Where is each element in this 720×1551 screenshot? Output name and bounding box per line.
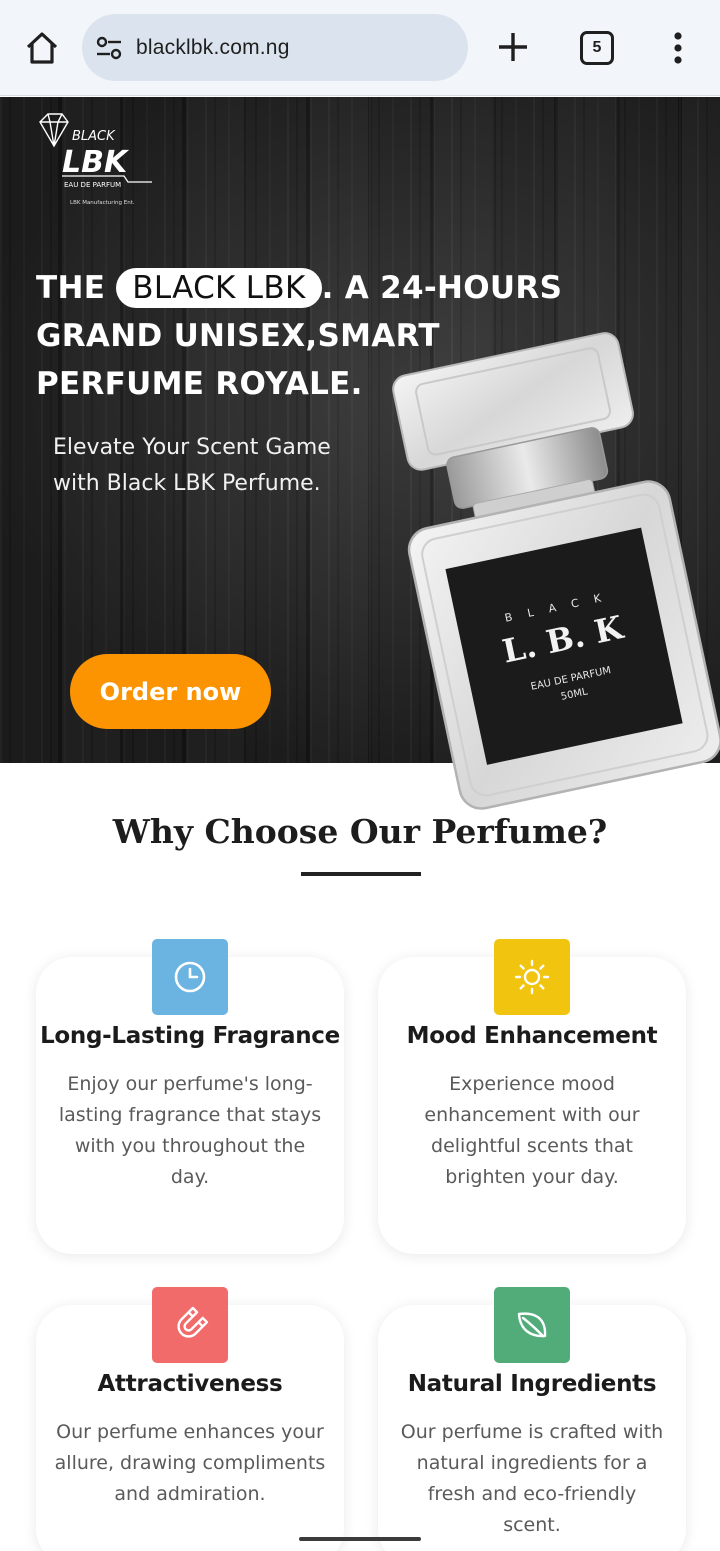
logo-tagline: EAU DE PARFUM xyxy=(64,181,121,189)
brand-logo[interactable]: BLACK LBK EAU DE PARFUM LBK Manufacturin… xyxy=(36,112,156,210)
section-title: Why Choose Our Perfume? xyxy=(112,812,608,851)
new-tab-icon[interactable] xyxy=(494,28,532,66)
leaf-icon xyxy=(494,1287,570,1363)
site-settings-icon[interactable] xyxy=(94,33,124,63)
logo-subline: LBK Manufacturing Ent. xyxy=(70,200,135,206)
clock-icon xyxy=(152,939,228,1015)
feature-text: Our perfume is crafted with natural ingr… xyxy=(400,1421,664,1536)
hero-title-prefix: THE xyxy=(36,270,106,306)
feature-card-natural: Natural Ingredients Our perfume is craft… xyxy=(378,1287,686,1551)
address-bar[interactable]: blacklbk.com.ng xyxy=(82,14,468,81)
magnet-icon xyxy=(152,1287,228,1363)
gesture-bar[interactable] xyxy=(299,1537,421,1541)
feature-title: Natural Ingredients xyxy=(407,1371,657,1397)
browser-toolbar: blacklbk.com.ng 5 xyxy=(0,0,720,96)
order-now-button[interactable]: Order now xyxy=(70,654,271,729)
tab-switcher-button[interactable]: 5 xyxy=(580,31,614,65)
feature-card-long-lasting: Long-Lasting Fragrance Enjoy our perfume… xyxy=(36,939,344,1254)
feature-text: Our perfume enhances your allure, drawin… xyxy=(54,1421,326,1505)
perfume-bottle-image: B L A C K L. B. K EAU DE PARFUM 50ML xyxy=(392,332,720,810)
home-icon[interactable] xyxy=(22,28,62,68)
more-menu-icon[interactable] xyxy=(664,28,692,68)
feature-card-mood: Mood Enhancement Experience mood enhance… xyxy=(378,939,686,1254)
hero-subtitle: Elevate Your Scent Game with Black LBK P… xyxy=(53,435,331,496)
feature-text: Experience mood enhancement with our del… xyxy=(424,1073,640,1188)
feature-title: Long-Lasting Fragrance xyxy=(40,1023,340,1049)
logo-brand-line1: BLACK xyxy=(72,129,116,144)
section-divider xyxy=(301,872,421,876)
feature-card-attractiveness: Attractiveness Our perfume enhances your… xyxy=(36,1287,344,1551)
feature-text: Enjoy our perfume's long-lasting fragran… xyxy=(58,1073,322,1188)
hero-title-highlight: BLACK LBK xyxy=(116,268,322,308)
sun-icon xyxy=(494,939,570,1015)
feature-title: Attractiveness xyxy=(97,1371,283,1397)
feature-title: Mood Enhancement xyxy=(406,1023,658,1049)
logo-brand-line2: LBK xyxy=(62,145,130,180)
url-text: blacklbk.com.ng xyxy=(136,35,290,59)
